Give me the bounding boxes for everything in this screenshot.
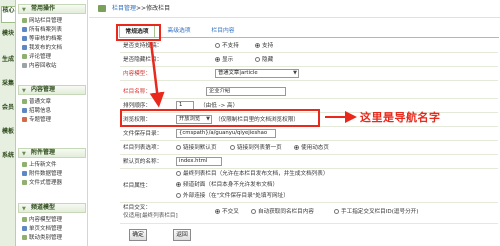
section-channel[interactable]: ▼ 频道模型 [18,203,86,213]
home-icon [98,5,106,12]
link-icon [22,234,27,240]
menu-item-file-manager[interactable]: 文件式管理器 [22,179,62,188]
row-content-model: 内容模型： 普通文章|article ▼ [120,67,498,81]
row-save-dir: 文件保存目录： {cmspath}/a/guanyu/qiyejieshao [120,127,498,141]
save-dir-input[interactable]: {cmspath}/a/guanyu/qiyejieshao [176,129,276,138]
radio-list-first[interactable]: 链接到列表第一页 [230,141,282,155]
article-icon [22,98,27,104]
trash-icon [22,62,27,68]
model-icon [22,216,27,222]
row-hidden: 是否隐藏栏目： 显示 隐藏 [120,53,498,67]
radio-manual-cross[interactable]: 手工指定交叉栏目ID(逗号分开) [334,205,418,219]
section-common[interactable]: ▼ 常用操作 [18,4,86,14]
menu-item-models[interactable]: 内容模型管理 [22,216,62,225]
doc-icon [22,44,27,50]
breadcrumb: 栏目管理>>修改栏目 [89,0,500,18]
vtab-member[interactable]: 会员 [1,104,15,121]
page-icon [22,225,27,231]
menu-item-single-page[interactable]: 单页文档管理 [22,225,62,234]
comment-icon [22,53,27,59]
menu-item-upload[interactable]: 上传新文件 [22,161,57,170]
sidebar-menu: ▼ 常用操作 网站栏目管理 所有档案列表 等审核的档案 我发布的文档 评论管理 内… [16,0,88,246]
chevron-down-icon: ▼ [293,70,297,76]
row-list-option: 栏目列表选项： 链接到默认页 链接到列表第一页 使用动态页 [120,141,498,155]
tree-icon [22,17,27,23]
menu-item-articles[interactable]: 普通文章 [22,98,51,107]
radio-no-submit[interactable]: 不支持 [215,39,239,53]
menu-item-my-docs[interactable]: 我发布的文档 [22,44,62,53]
doc-icon [22,35,27,41]
vtab-module[interactable]: 模块 [1,30,15,47]
content-model-select[interactable]: 普通文章|article ▼ [215,69,299,78]
menu-item-topics[interactable]: 专题管理 [22,116,51,125]
radio-external-link[interactable]: 外部连接（在"文件保存目录"处填写网址） [176,189,289,203]
menu-item-jobs[interactable]: 招聘信息 [22,107,51,116]
collapse-icon: ▼ [22,7,26,13]
collapse-icon: ▼ [22,206,26,212]
menu-item-attach-data[interactable]: 附件数据管理 [22,170,62,179]
default-page-input[interactable]: index.html [176,157,222,166]
highlight-tab-general [116,24,161,41]
tab-divider [119,37,499,38]
menu-item-pending[interactable]: 等审核的档案 [22,35,62,44]
vertical-tab-bar: 核心 模块 生成 采集 会员 模板 系统 [0,0,16,246]
menu-item-comments[interactable]: 评论管理 [22,53,51,62]
radio-support-submit[interactable]: 支持 [255,39,273,53]
radio-no-cross[interactable]: 不交叉 [215,205,239,219]
topic-icon [22,116,27,122]
radio-default-page[interactable]: 链接到默认页 [176,141,217,155]
vtab-template[interactable]: 模板 [1,128,15,145]
highlight-column-name [120,109,320,127]
row-cross: 栏目交叉： 仅适用[最终列表栏目] 不交叉 自动获取同名栏目内容 手工指定交叉栏… [120,204,498,224]
vtab-system[interactable]: 系统 [1,152,15,169]
collapse-icon: ▼ [22,88,26,94]
row-support-submit: 是否支持投稿： 不支持 支持 [120,39,498,53]
upload-icon [22,161,27,167]
row-column-name: 栏目名称： 企业介绍 [120,85,498,99]
radio-show[interactable]: 显示 [215,53,233,67]
breadcrumb-link[interactable]: 栏目管理 [112,5,136,12]
folder-icon [22,179,27,185]
radio-auto-cross[interactable]: 自动获取同名栏目内容 [251,205,314,219]
back-button[interactable]: 返回 [173,229,191,241]
menu-item-linkage[interactable]: 联动类别管理 [22,234,62,243]
vtab-collect[interactable]: 采集 [1,80,15,97]
radio-hide[interactable]: 隐藏 [255,53,273,67]
confirm-button[interactable]: 确定 [129,229,147,241]
section-attachments[interactable]: ▼ 附件管理 [18,148,86,158]
doc-icon [22,26,27,32]
vtab-generate[interactable]: 生成 [1,56,15,73]
menu-item-all-docs[interactable]: 所有档案列表 [22,26,62,35]
menu-item-recycle[interactable]: 内容回收站 [22,62,57,71]
column-name-input[interactable]: 企业介绍 [206,87,286,96]
collapse-icon: ▼ [22,151,26,157]
section-content[interactable]: ▼ 内容管理 [18,85,86,95]
job-icon [22,107,27,113]
radio-dynamic[interactable]: 使用动态页 [294,141,329,155]
menu-item-columns[interactable]: 网站栏目管理 [22,17,62,26]
row-attribute: 栏目属性： 最终列表栏目（允许在本栏目发布文档，并生成文档列表） 频道封面（栏目… [120,169,498,203]
attach-icon [22,170,27,176]
vtab-core[interactable]: 核心 [1,6,15,23]
annotation-label: 这里是导航名字 [360,111,441,124]
